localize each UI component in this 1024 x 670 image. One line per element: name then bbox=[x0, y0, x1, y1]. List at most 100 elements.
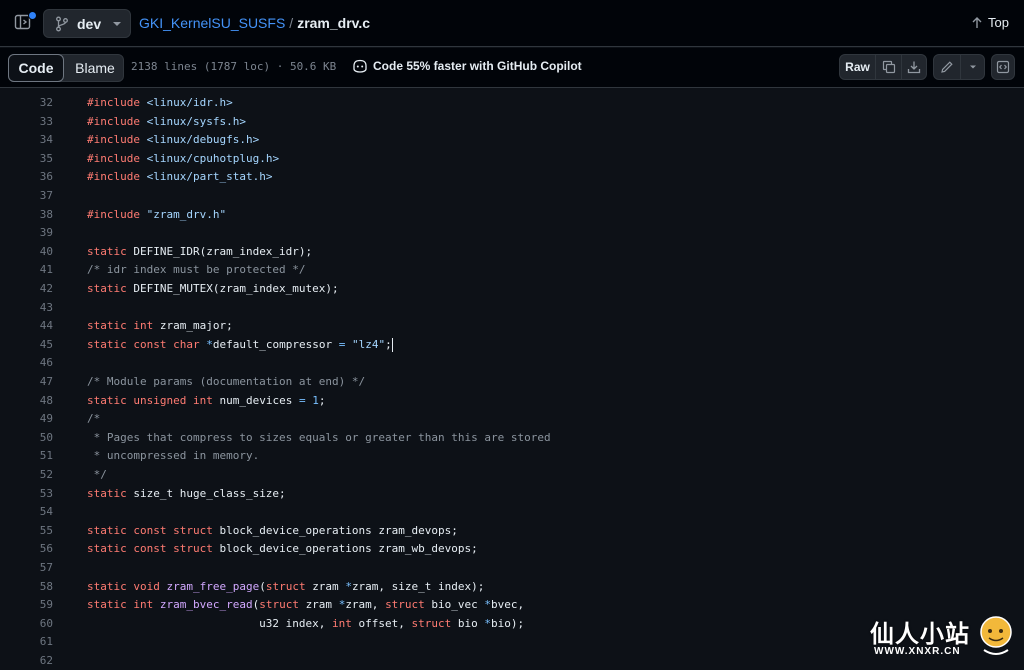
code-token: int bbox=[133, 598, 160, 612]
code-token: struct bbox=[259, 598, 306, 612]
code-token: = bbox=[298, 393, 313, 407]
code-line: 39 bbox=[0, 224, 1024, 242]
line-content: static size_t huge_class_size; bbox=[87, 485, 286, 503]
line-number[interactable]: 52 bbox=[0, 466, 53, 484]
line-number[interactable]: 54 bbox=[0, 503, 53, 521]
repo-link[interactable]: GKI_KernelSU_SUSFS bbox=[139, 15, 285, 31]
line-number[interactable]: 33 bbox=[0, 113, 53, 131]
code-token: struct bbox=[173, 523, 220, 537]
code-line: 46 bbox=[0, 354, 1024, 372]
line-number[interactable]: 46 bbox=[0, 354, 53, 372]
code-token: struct bbox=[385, 598, 432, 612]
code-token: static bbox=[87, 542, 134, 556]
download-icon bbox=[907, 61, 921, 74]
code-line: 51 * uncompressed in memory. bbox=[0, 447, 1024, 465]
line-number[interactable]: 40 bbox=[0, 243, 53, 261]
copilot-promo-link[interactable]: Code 55% faster with GitHub Copilot bbox=[352, 59, 582, 73]
tab-code[interactable]: Code bbox=[8, 54, 64, 82]
code-token: zram, size_t index); bbox=[351, 579, 485, 593]
watermark-url: WWW.XNXR.CN bbox=[874, 646, 961, 657]
chevron-down-icon bbox=[113, 22, 121, 26]
line-number[interactable]: 53 bbox=[0, 485, 53, 503]
code-token: * bbox=[345, 579, 352, 593]
code-token: ( bbox=[259, 579, 266, 593]
top-button[interactable]: Top bbox=[972, 15, 1009, 30]
code-token: DEFINE_MUTEX(zram_index_mutex); bbox=[133, 282, 339, 295]
code-token: */ bbox=[87, 468, 107, 481]
code-token: = bbox=[338, 337, 352, 351]
line-number[interactable]: 41 bbox=[0, 261, 53, 279]
line-content: #include <linux/part_stat.h> bbox=[87, 168, 272, 186]
code-line: 32 #include <linux/idr.h> bbox=[0, 94, 1024, 112]
branch-selector-button[interactable]: dev bbox=[43, 9, 131, 38]
line-number[interactable]: 50 bbox=[0, 429, 53, 447]
line-number[interactable]: 62 bbox=[0, 652, 53, 670]
code-token: "zram_drv.h" bbox=[146, 207, 227, 221]
code-token: #include bbox=[87, 170, 147, 184]
line-number[interactable]: 59 bbox=[0, 596, 53, 614]
code-token: unsigned bbox=[133, 393, 193, 407]
symbols-panel-button[interactable] bbox=[992, 55, 1014, 79]
copy-raw-button[interactable] bbox=[876, 55, 902, 79]
line-number[interactable]: 60 bbox=[0, 615, 53, 633]
line-number[interactable]: 51 bbox=[0, 447, 53, 465]
line-number[interactable]: 39 bbox=[0, 224, 53, 242]
line-number[interactable]: 45 bbox=[0, 336, 53, 354]
code-token: num_devices bbox=[219, 393, 299, 407]
code-token: bio); bbox=[491, 616, 525, 630]
line-number[interactable]: 57 bbox=[0, 559, 53, 577]
line-number[interactable]: 48 bbox=[0, 392, 53, 410]
file-toolbar: Code Blame 2138 lines (1787 loc) · 50.6 … bbox=[0, 48, 1024, 88]
line-number[interactable]: 32 bbox=[0, 94, 53, 112]
line-content: /* bbox=[87, 410, 100, 428]
line-number[interactable]: 55 bbox=[0, 522, 53, 540]
tab-blame[interactable]: Blame bbox=[67, 55, 123, 81]
download-button[interactable] bbox=[902, 55, 926, 79]
code-token: <linux/part_stat.h> bbox=[146, 170, 273, 184]
line-number[interactable]: 37 bbox=[0, 187, 53, 205]
line-content: static unsigned int num_devices = 1; bbox=[87, 392, 325, 410]
code-token: static bbox=[87, 393, 134, 407]
code-token: static bbox=[87, 523, 134, 537]
edit-file-button[interactable] bbox=[934, 55, 961, 79]
code-token: int bbox=[133, 319, 160, 333]
line-number[interactable]: 58 bbox=[0, 578, 53, 596]
sidebar-toggle-button[interactable] bbox=[14, 11, 37, 33]
line-number[interactable]: 34 bbox=[0, 131, 53, 149]
edit-actions-group bbox=[933, 54, 985, 80]
line-content: /* idr index must be protected */ bbox=[87, 261, 306, 279]
code-line: 50 * Pages that compress to sizes equals… bbox=[0, 429, 1024, 447]
code-token: static bbox=[87, 486, 134, 500]
code-token: static bbox=[87, 282, 134, 295]
line-content: #include <linux/idr.h> bbox=[87, 94, 233, 112]
mascot-icon bbox=[980, 616, 1012, 655]
line-number[interactable]: 35 bbox=[0, 150, 53, 168]
code-line: 54 bbox=[0, 503, 1024, 521]
raw-button[interactable]: Raw bbox=[840, 55, 876, 79]
code-line: 55 static const struct block_device_opera… bbox=[0, 522, 1024, 540]
code-token: const bbox=[133, 523, 174, 537]
code-line: 41 /* idr index must be protected */ bbox=[0, 261, 1024, 279]
line-number[interactable]: 38 bbox=[0, 206, 53, 224]
code-line: 34 #include <linux/debugfs.h> bbox=[0, 131, 1024, 149]
top-label: Top bbox=[988, 15, 1009, 30]
code-line: 56 static const struct block_device_opera… bbox=[0, 540, 1024, 558]
pencil-icon bbox=[941, 61, 953, 73]
file-actions-group: Raw bbox=[839, 54, 927, 80]
line-content: static const struct block_device_operati… bbox=[87, 522, 458, 540]
edit-options-dropdown[interactable] bbox=[961, 55, 984, 79]
line-number[interactable]: 56 bbox=[0, 540, 53, 558]
line-number[interactable]: 43 bbox=[0, 299, 53, 317]
line-number[interactable]: 42 bbox=[0, 280, 53, 298]
code-viewer[interactable]: 32 #include <linux/idr.h> 33 #include <linu… bbox=[0, 88, 1024, 667]
line-number[interactable]: 44 bbox=[0, 317, 53, 335]
line-number[interactable]: 61 bbox=[0, 633, 53, 651]
git-branch-icon bbox=[56, 16, 68, 32]
line-content: static int zram_bvec_read(struct zram *z… bbox=[87, 596, 524, 614]
line-number[interactable]: 47 bbox=[0, 373, 53, 391]
code-line: 53 static size_t huge_class_size; bbox=[0, 485, 1024, 503]
line-number[interactable]: 49 bbox=[0, 410, 53, 428]
code-line: 36 #include <linux/part_stat.h> bbox=[0, 168, 1024, 186]
line-number[interactable]: 36 bbox=[0, 168, 53, 186]
code-token: const bbox=[133, 337, 174, 351]
